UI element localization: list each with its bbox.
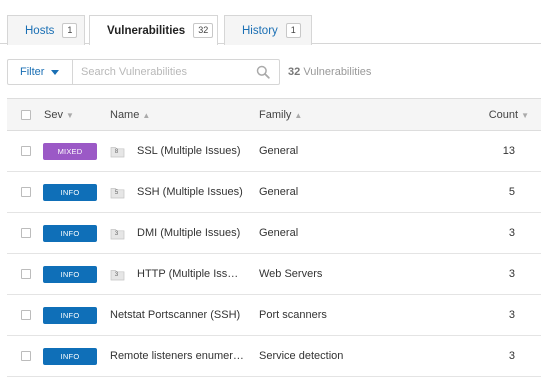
folder-icon: 3 [110, 226, 125, 241]
row-checkbox[interactable] [21, 228, 31, 238]
vulnerability-count-cell: 3 [508, 268, 515, 280]
vulnerability-count-cell: 5 [508, 186, 515, 198]
column-header-count-label: Count [488, 109, 519, 121]
vulnerability-count-number: 32 [288, 66, 301, 78]
tab-vulnerabilities-label: Vulnerabilities [107, 24, 186, 37]
vulnerability-count-cell: 3 [508, 350, 515, 362]
vulnerability-family: Port scanners [259, 309, 327, 321]
vulnerability-family: General [259, 145, 299, 157]
vulnerability-name: DMI (Multiple Issues) [137, 227, 241, 239]
vulnerability-family: Web Servers [259, 268, 323, 280]
vulnerability-name: Netstat Portscanner (SSH) [110, 309, 241, 321]
group-count: 8 [114, 149, 119, 155]
table-row[interactable]: MIXED 8 SSL (Multiple Issues) General 13 [7, 131, 541, 172]
group-count: 3 [114, 272, 119, 278]
severity-badge: INFO [43, 307, 97, 324]
folder-icon: 8 [110, 144, 125, 159]
tab-hosts-count: 1 [62, 23, 78, 38]
tab-hosts[interactable]: Hosts 1 [7, 15, 85, 45]
select-all-checkbox[interactable] [21, 109, 31, 120]
tab-history[interactable]: History 1 [224, 15, 312, 45]
folder-icon: 5 [110, 185, 125, 200]
vulnerability-family: Service detection [259, 350, 344, 362]
table-header: Sev ▼ Name ▲ Family ▲ Count ▼ [7, 98, 541, 131]
vulnerabilities-table: Sev ▼ Name ▲ Family ▲ Count ▼ MIXED 8 SSL (M… [7, 98, 541, 377]
tab-bar: Hosts 1 Vulnerabilities 32 History 1 [0, 0, 541, 45]
vulnerability-name: HTTP (Multiple Issues) [137, 268, 243, 280]
column-header-name[interactable]: Name ▲ [110, 109, 150, 121]
vulnerability-name: Remote listeners enumeration [110, 350, 244, 362]
tab-history-count: 1 [285, 23, 301, 38]
column-header-family-label: Family [259, 109, 292, 121]
vulnerability-count-cell: 3 [508, 309, 515, 321]
filter-button-label: Filter [20, 66, 45, 78]
column-header-sev-label: Sev [44, 109, 63, 121]
search-box [72, 59, 280, 85]
table-row[interactable]: INFO 3 DMI (Multiple Issues) General 3 [7, 213, 541, 254]
table-row[interactable]: INFO 3 HTTP (Multiple Issues) Web Server… [7, 254, 541, 295]
table-row[interactable]: INFO 5 SSH (Multiple Issues) General 5 [7, 172, 541, 213]
column-header-name-label: Name [110, 109, 140, 121]
caret-down-icon [51, 69, 60, 75]
vulnerability-count: 32 Vulnerabilities [288, 66, 371, 78]
vulnerability-count-cell: 13 [502, 145, 515, 157]
search-icon[interactable] [256, 65, 270, 79]
folder-icon: 3 [110, 267, 125, 282]
group-count: 5 [114, 190, 119, 196]
vulnerability-family: General [259, 186, 299, 198]
tab-history-label: History [242, 24, 278, 37]
vulnerability-name: SSH (Multiple Issues) [137, 186, 243, 198]
vulnerability-count-label: Vulnerabilities [303, 66, 372, 78]
severity-badge: INFO [43, 184, 97, 201]
row-checkbox[interactable] [21, 146, 31, 156]
column-header-family[interactable]: Family ▲ [259, 109, 302, 121]
table-row[interactable]: INFO Remote listeners enumeration Servic… [7, 336, 541, 377]
row-checkbox[interactable] [21, 187, 31, 197]
severity-badge: INFO [43, 266, 97, 283]
row-checkbox[interactable] [21, 269, 31, 279]
row-checkbox[interactable] [21, 310, 31, 320]
group-count: 3 [114, 231, 119, 237]
vulnerability-family: General [259, 227, 299, 239]
filter-button[interactable]: Filter [7, 59, 73, 85]
sort-asc-icon: ▲ [142, 111, 151, 120]
column-header-count[interactable]: Count ▼ [489, 109, 529, 121]
sort-desc-icon: ▼ [521, 111, 529, 120]
tab-hosts-label: Hosts [25, 24, 55, 37]
sort-desc-icon: ▼ [65, 111, 74, 120]
sort-asc-icon: ▲ [294, 111, 303, 120]
table-row[interactable]: INFO Netstat Portscanner (SSH) Port scan… [7, 295, 541, 336]
severity-badge: INFO [43, 348, 97, 365]
column-header-sev[interactable]: Sev ▼ [44, 109, 74, 121]
severity-badge: INFO [43, 225, 97, 242]
tab-vulnerabilities[interactable]: Vulnerabilities 32 [89, 15, 218, 45]
tab-vulnerabilities-count: 32 [193, 23, 214, 38]
vulnerability-count-cell: 3 [508, 227, 515, 239]
search-input[interactable] [81, 64, 251, 80]
row-checkbox[interactable] [21, 351, 31, 361]
vulnerability-name: SSL (Multiple Issues) [137, 145, 241, 157]
severity-badge: MIXED [43, 143, 97, 160]
